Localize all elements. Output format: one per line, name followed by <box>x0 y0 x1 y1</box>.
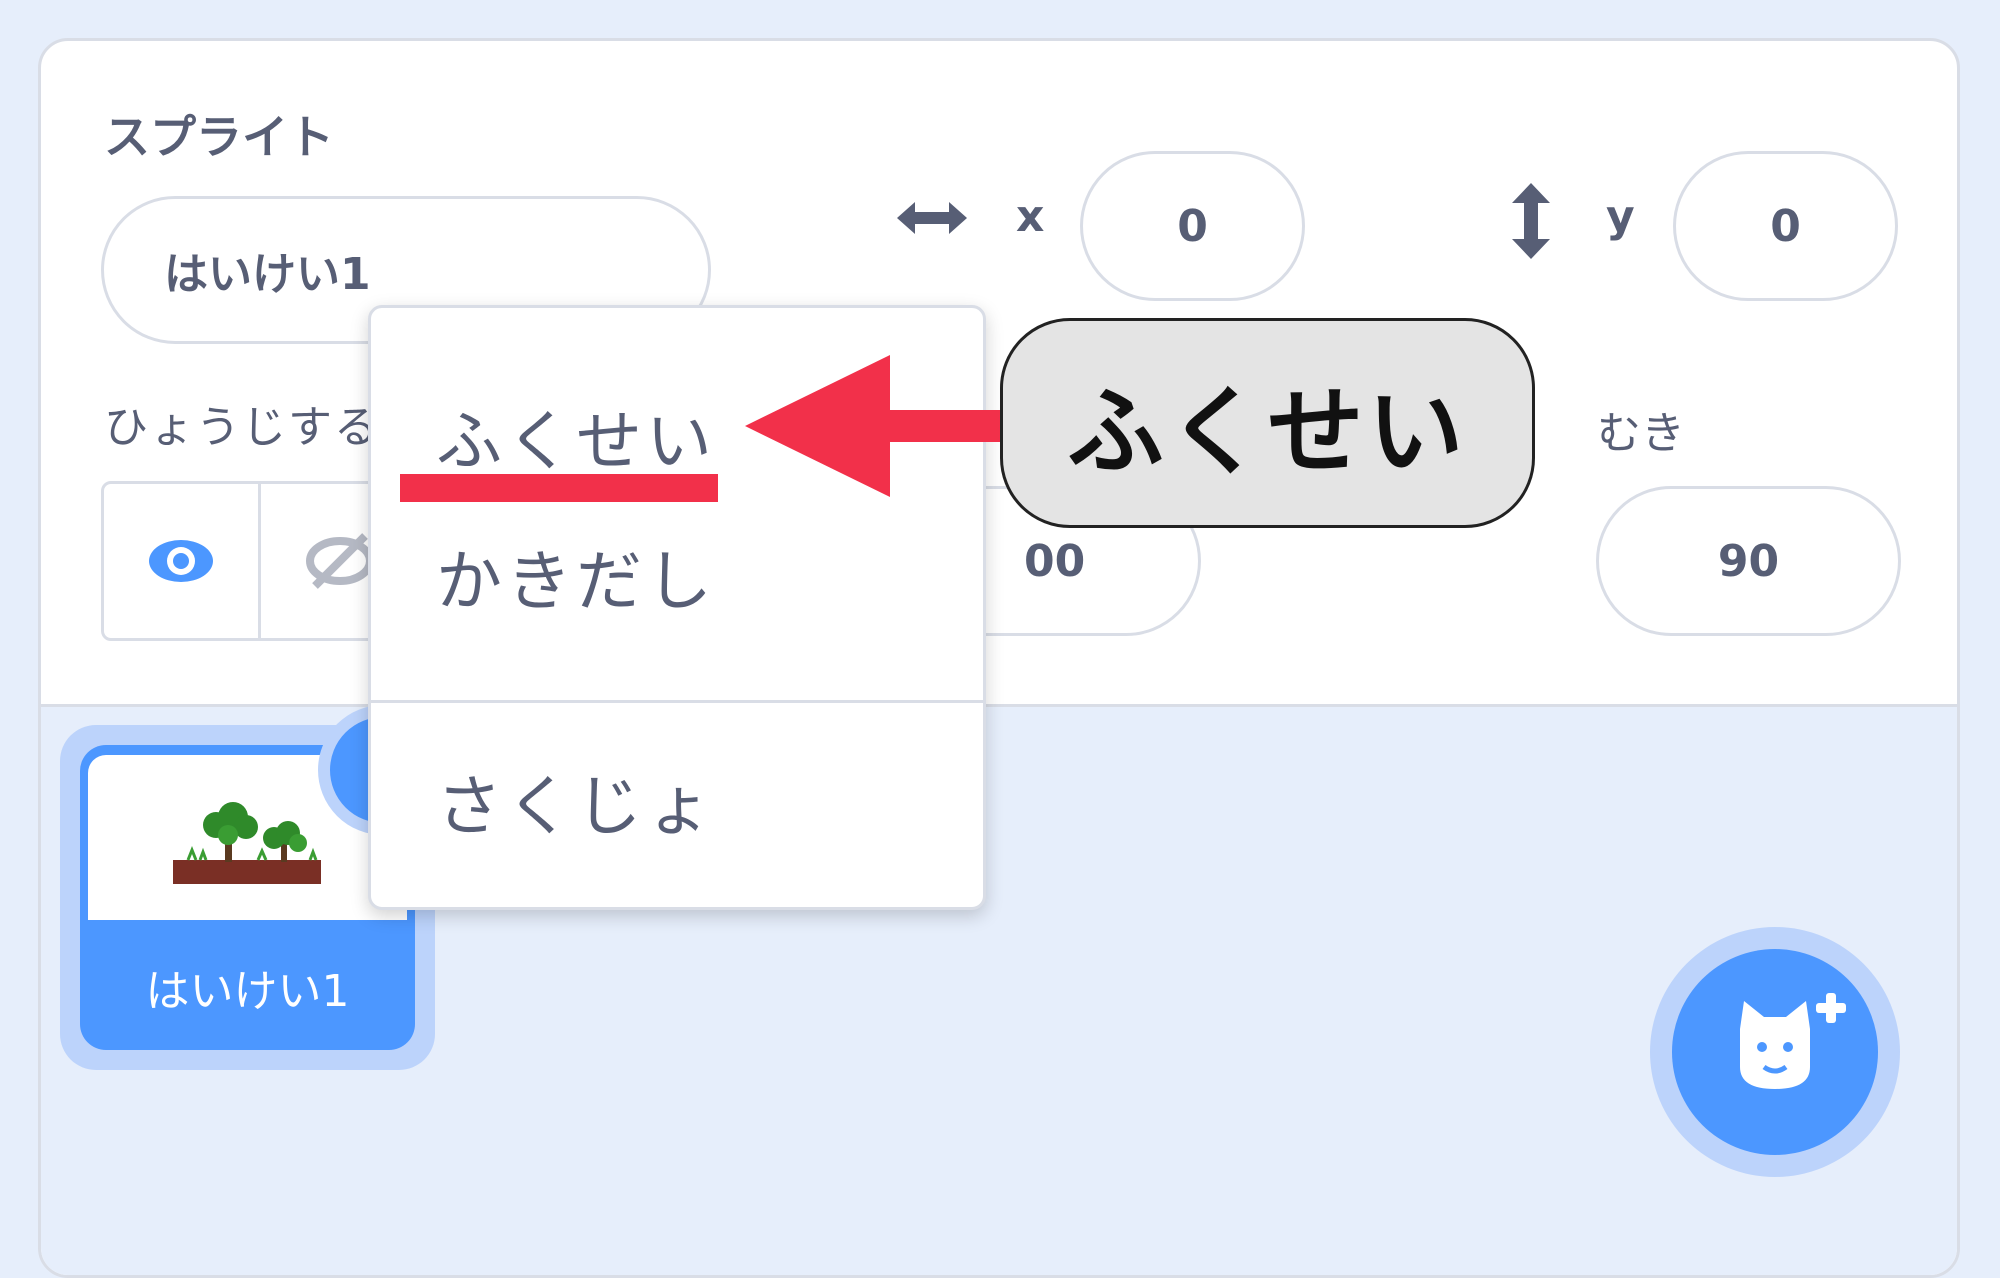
x-label: x <box>1016 191 1045 242</box>
annotation-arrow <box>745 355 1010 497</box>
menu-divider <box>371 700 983 703</box>
eye-icon <box>149 540 214 582</box>
show-label: ひょうじする <box>104 402 380 453</box>
direction-field[interactable]: 90 <box>1596 486 1901 636</box>
x-position-field[interactable]: 0 <box>1080 151 1305 301</box>
eye-slash-icon <box>305 533 374 589</box>
show-button[interactable] <box>104 484 262 638</box>
menu-item-duplicate[interactable]: ふくせい <box>436 388 716 484</box>
menu-item-delete[interactable]: さくじょ <box>436 753 716 849</box>
y-label: y <box>1606 191 1635 242</box>
direction-label: むき <box>1597 408 1685 459</box>
sprite-section-label: スプライト <box>104 110 334 164</box>
menu-item-export[interactable]: かきだし <box>436 528 716 624</box>
cat-plus-icon <box>1740 993 1846 1089</box>
annotation-underline <box>400 474 718 502</box>
vertical-arrows-icon <box>1512 183 1550 259</box>
add-sprite-button[interactable] <box>1672 949 1878 1155</box>
y-position-field[interactable]: 0 <box>1673 151 1898 301</box>
annotation-callout: ふくせい <box>1000 318 1535 528</box>
sprite-tile-name: はいけい1 <box>145 966 350 1017</box>
horizontal-arrows-icon <box>897 202 967 234</box>
